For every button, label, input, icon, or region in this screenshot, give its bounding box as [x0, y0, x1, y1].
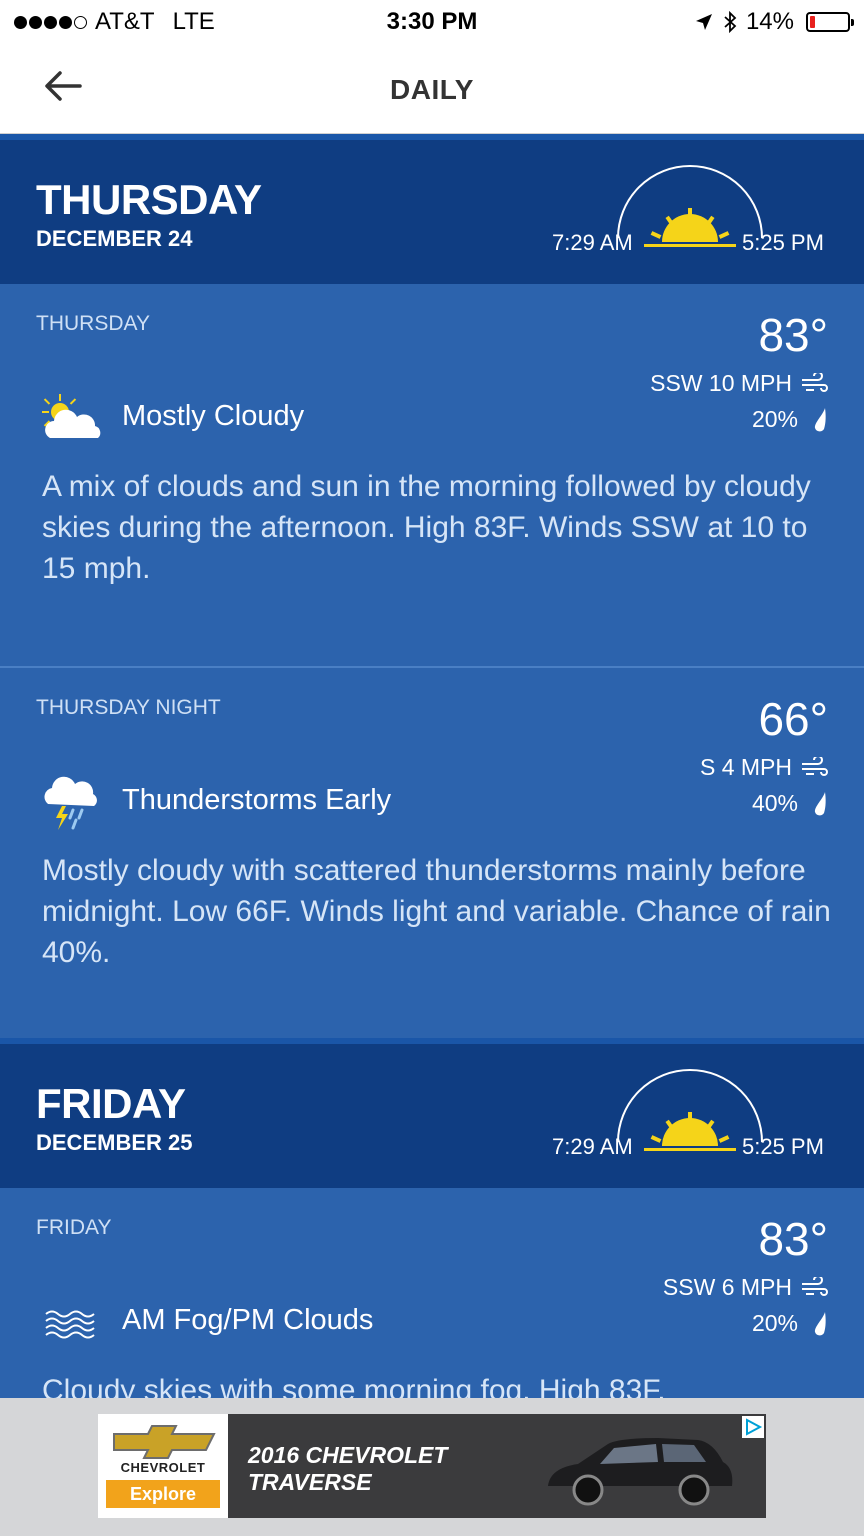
status-bar: AT&T LTE 3:30 PM 14% — [0, 0, 864, 44]
forecast-period[interactable]: FRIDAY 83° SSW 6 MPH 20% AM Fog/PM Cloud… — [0, 1188, 864, 1398]
sunrise-time: 7:29 AM — [552, 1134, 633, 1159]
thunderstorm-icon — [44, 776, 97, 830]
day-header-thursday: THURSDAY DECEMBER 24 7:29 AM 5:25 PM — [0, 134, 864, 284]
condition-label: Mostly Cloudy — [122, 400, 305, 432]
day-header-friday: FRIDAY DECEMBER 25 7:29 AM 5:25 PM — [0, 1038, 864, 1188]
precip-text: 20% — [751, 1310, 798, 1336]
period-description: Cloudy skies with some morning fog. High… — [42, 1374, 666, 1398]
period-wind: S 4 MPH — [700, 754, 828, 781]
nav-bar: DAILY — [0, 44, 864, 134]
period-precip: 20% — [752, 406, 828, 433]
sunset-time: 5:25 PM — [742, 1134, 824, 1159]
day-name: FRIDAY — [36, 1080, 186, 1127]
precip-text: 40% — [751, 790, 798, 816]
wind-icon — [802, 372, 828, 392]
forecast-period[interactable]: THURSDAY NIGHT 66° S 4 MPH 40% Thunderst… — [0, 668, 864, 1038]
wind-icon — [802, 756, 828, 776]
raindrop-icon — [814, 791, 826, 815]
period-name: THURSDAY — [36, 312, 150, 335]
condition-label: AM Fog/PM Clouds — [122, 1304, 374, 1336]
raindrop-icon — [814, 407, 826, 431]
period-wind: SSW 6 MPH — [663, 1274, 828, 1301]
period-precip: 40% — [752, 790, 828, 817]
period-name: THURSDAY NIGHT — [36, 696, 221, 719]
ad-headline: 2016 CHEVROLET TRAVERSE — [248, 1442, 448, 1495]
forecast-period[interactable]: THURSDAY 83° SSW 10 MPH 20% Mostly Cloud… — [0, 284, 864, 668]
page-title: DAILY — [390, 74, 474, 105]
fog-icon — [45, 1310, 95, 1339]
period-temperature: 83° — [758, 1213, 828, 1265]
period-description: Mostly cloudy with scattered thunderstor… — [42, 854, 831, 969]
ad-choices-icon[interactable] — [742, 1416, 764, 1438]
car-image-icon — [548, 1438, 733, 1506]
partly-cloudy-icon — [42, 394, 101, 438]
period-name: FRIDAY — [36, 1216, 112, 1239]
period-description: A mix of clouds and sun in the morning f… — [42, 470, 811, 585]
day-name: THURSDAY — [36, 176, 262, 223]
condition-label: Thunderstorms Early — [122, 784, 392, 816]
daily-forecast-list[interactable]: THURSDAY DECEMBER 24 7:29 AM 5:25 PM THU… — [0, 134, 864, 1398]
ad-banner[interactable]: CHEVROLET Explore 2016 CHEVROLET TRAVERS… — [98, 1414, 766, 1518]
battery-icon — [806, 12, 854, 32]
period-wind: SSW 10 MPH — [650, 370, 828, 397]
precip-text: 20% — [751, 406, 798, 432]
chevrolet-bowtie-icon — [113, 1425, 216, 1459]
period-temperature: 66° — [758, 693, 828, 745]
bluetooth-icon — [724, 10, 737, 34]
day-date: DECEMBER 24 — [36, 226, 193, 251]
location-arrow-icon — [695, 14, 712, 30]
wind-text: SSW 10 MPH — [650, 370, 792, 396]
period-temperature: 83° — [758, 309, 828, 361]
sunset-time: 5:25 PM — [742, 230, 824, 255]
raindrop-icon — [814, 1311, 826, 1335]
period-precip: 20% — [752, 1310, 828, 1337]
ad-logo: CHEVROLET Explore — [98, 1414, 228, 1518]
ad-brand: CHEVROLET — [120, 1460, 206, 1475]
day-date: DECEMBER 25 — [36, 1130, 193, 1155]
ad-area: CHEVROLET Explore 2016 CHEVROLET TRAVERS… — [0, 1398, 864, 1536]
sunrise-time: 7:29 AM — [552, 230, 633, 255]
wind-text: SSW 6 MPH — [662, 1274, 792, 1300]
battery-fill — [810, 16, 815, 28]
ad-explore-button[interactable]: Explore — [106, 1480, 220, 1508]
wind-icon — [802, 1276, 828, 1296]
battery-percent: 14% — [745, 8, 794, 35]
wind-text: S 4 MPH — [699, 754, 792, 780]
